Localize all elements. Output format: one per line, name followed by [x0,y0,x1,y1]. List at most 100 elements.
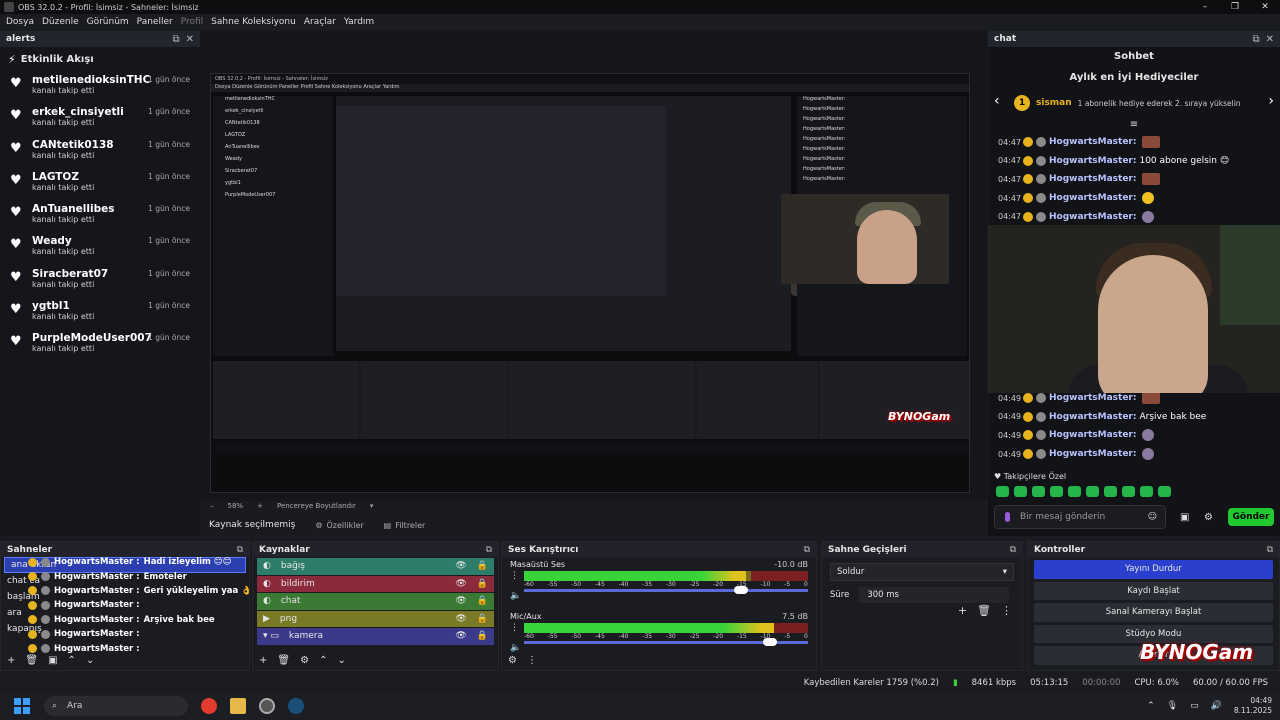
settings-dots-icon[interactable]: ⋮ [510,623,519,633]
undock-icon[interactable]: ⧉ [804,545,810,555]
minimize-button[interactable]: – [1190,0,1220,14]
volume-icon[interactable]: 🔊 [1211,701,1222,711]
lock-icon[interactable]: 🔒 [477,614,488,624]
menu-view[interactable]: Görünüm [83,17,133,27]
lock-icon[interactable]: 🔒 [477,596,488,606]
slider-knob[interactable] [762,638,777,646]
chrome-icon[interactable] [201,698,217,714]
emote-icon[interactable] [1140,486,1153,497]
emote-icon[interactable] [1158,486,1171,497]
eye-icon[interactable]: 👁 [455,631,466,641]
menu-docks[interactable]: Paneller [133,17,177,27]
add-source-button[interactable]: + [259,655,267,666]
source-settings-button[interactable]: ⚙ [300,655,309,666]
volume-slider[interactable] [524,586,808,594]
move-down-button[interactable]: ⌄ [337,655,345,666]
message-user[interactable]: HogwartsMaster: [1049,212,1136,222]
emote-icon[interactable] [1086,486,1099,497]
top-gifter-name[interactable]: sisman [1036,98,1072,108]
chevron-right-icon[interactable]: › [1268,93,1274,109]
undock-icon[interactable]: ⧉ [237,545,243,555]
source-item[interactable]: ◐ chat 👁 🔒 [257,593,494,610]
start-virtual-camera-button[interactable]: Sanal Kamerayı Başlat [1034,603,1273,622]
emote-icon[interactable] [1014,486,1027,497]
more-options-icon[interactable]: ⋮ [1001,604,1012,617]
chevron-down-icon[interactable]: ▾ [370,502,374,510]
close-icon[interactable]: ✕ [186,34,194,45]
transition-select[interactable]: Soldur ▾ [830,563,1014,581]
emote-icon[interactable] [1032,486,1045,497]
advanced-audio-button[interactable]: ⚙ [508,655,517,666]
slider-knob[interactable] [734,586,749,594]
move-up-button[interactable]: ⌃ [68,655,76,666]
message-user[interactable]: HogwartsMaster: [1049,156,1136,166]
clock[interactable]: 04:49 8.11.2025 [1234,696,1272,716]
message-user[interactable]: HogwartsMaster: [1049,449,1136,459]
network-icon[interactable]: ▭ [1190,701,1199,711]
undock-icon[interactable]: ⧉ [1010,545,1016,555]
send-button[interactable]: Gönder [1228,508,1274,526]
windows-start-icon[interactable] [14,698,30,714]
maximize-button[interactable]: ❐ [1220,0,1250,14]
menu-tools[interactable]: Araçlar [300,17,340,27]
source-item[interactable]: ▶ png 👁 🔒 [257,610,494,627]
move-down-button[interactable]: ⌄ [86,655,94,666]
fit-to-window-select[interactable]: Pencereye Boyutlandır [277,502,356,510]
close-button[interactable]: ✕ [1250,0,1280,14]
message-user[interactable]: HogwartsMaster: [1049,193,1136,203]
obs-taskbar-icon[interactable] [259,698,275,714]
pinned-icon[interactable]: ≡ [988,119,1280,133]
message-user[interactable]: HogwartsMaster: [1049,393,1136,403]
properties-button[interactable]: ⚙ Özellikler [315,521,363,530]
emote-icon[interactable] [1104,486,1117,497]
source-item[interactable]: ◐ bildirim 👁 🔒 [257,575,494,592]
remove-transition-button[interactable]: 🗑 [977,604,991,617]
menu-help[interactable]: Yardım [340,17,378,27]
source-item[interactable]: ▾ ▭ kamera 👁 🔒 [257,628,494,645]
undock-icon[interactable]: ⧉ [1267,545,1273,555]
message-user[interactable]: HogwartsMaster: [1049,430,1136,440]
close-icon[interactable]: ✕ [1266,34,1274,45]
duration-input[interactable]: 300 ms [859,587,1010,603]
emote-icon[interactable] [996,486,1009,497]
start-recording-button[interactable]: Kaydı Başlat [1034,581,1273,601]
speaker-icon[interactable]: 🔈 [510,591,521,601]
chat-input[interactable]: Bir mesaj gönderin ☺ [994,505,1166,529]
remove-scene-button[interactable]: 🗑 [25,655,38,666]
mic-tray-icon[interactable]: 🎙 [1167,701,1178,711]
message-user[interactable]: HogwartsMaster: [1049,174,1136,184]
taskbar-search[interactable]: ⌕ Ara [44,696,188,716]
gift-icon[interactable]: ▣ [1180,512,1189,523]
emote-icon[interactable] [1050,486,1063,497]
stop-stream-button[interactable]: Yayını Durdur [1034,560,1273,579]
message-user[interactable]: HogwartsMaster: [1049,412,1136,422]
chevron-up-icon[interactable]: ⌃ [1147,701,1155,711]
eye-icon[interactable]: 👁 [455,561,466,571]
chevron-left-icon[interactable]: ‹ [994,93,1000,109]
add-transition-button[interactable]: + [958,604,967,617]
emote-icon[interactable] [1122,486,1135,497]
eye-icon[interactable]: 👁 [455,614,466,624]
zoom-minus-button[interactable]: – [210,502,214,510]
emoji-icon[interactable]: ☺ [1148,512,1157,522]
eye-icon[interactable]: 👁 [455,596,466,606]
scene-filter-button[interactable]: ▣ [48,655,57,666]
settings-dots-icon[interactable]: ⋮ [510,571,519,581]
undock-icon[interactable]: ⧉ [486,545,492,555]
volume-slider[interactable] [524,638,808,646]
filters-button[interactable]: ▤ Filtreler [384,521,426,530]
remove-source-button[interactable]: 🗑 [277,655,290,666]
file-explorer-icon[interactable] [230,698,246,714]
move-up-button[interactable]: ⌃ [319,655,327,666]
lock-icon[interactable]: 🔒 [477,631,488,641]
menu-profile[interactable]: Profil [177,17,207,27]
message-user[interactable]: HogwartsMaster: [1049,137,1136,147]
menu-scene-collection[interactable]: Sahne Koleksiyonu [207,17,300,27]
menu-file[interactable]: Dosya [2,17,38,27]
menu-edit[interactable]: Düzenle [38,17,83,27]
emote-icon[interactable] [1068,486,1081,497]
undock-icon[interactable]: ⧉ [1252,34,1259,45]
eye-icon[interactable]: 👁 [455,579,466,589]
zoom-plus-button[interactable]: + [257,502,263,510]
steam-icon[interactable] [288,698,304,714]
